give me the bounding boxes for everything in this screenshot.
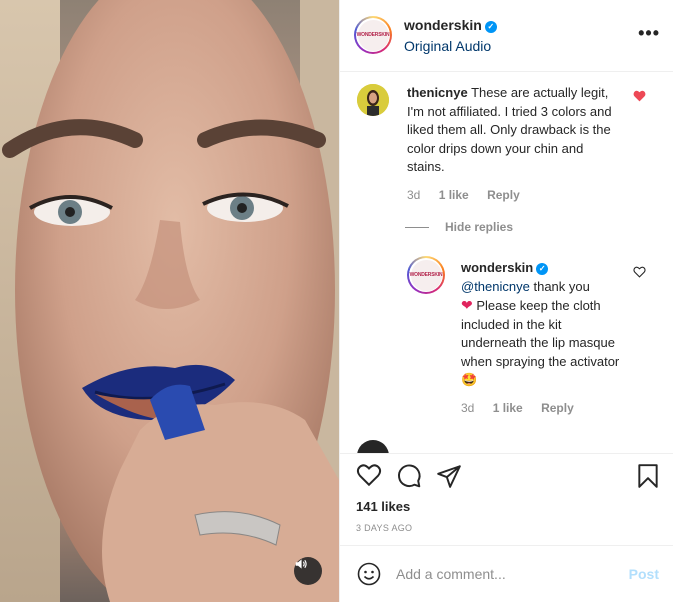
comment-composer: Post <box>340 545 673 602</box>
next-commenter-avatar[interactable] <box>357 440 389 453</box>
emoji-icon <box>357 562 381 586</box>
save-icon <box>638 464 658 488</box>
reply-likes-count[interactable]: 1 like <box>493 401 523 415</box>
comment-age: 3d <box>407 188 421 202</box>
commenter-username[interactable]: thenicnye <box>407 85 468 100</box>
post-actions: 141 likes 3 DAYS AGO <box>340 453 673 545</box>
reply-mention-link[interactable]: @thenicnye <box>461 279 530 294</box>
post-date[interactable]: 3 DAYS AGO <box>356 523 412 533</box>
like-button[interactable] <box>356 463 382 492</box>
reply-text-a: thank you <box>529 278 590 294</box>
share-icon <box>437 465 461 488</box>
commenter-avatar[interactable] <box>357 84 389 116</box>
video-frame-illustration <box>0 0 339 602</box>
reply-meta: 3d 1 like Reply <box>461 401 589 415</box>
volume-icon <box>295 559 307 569</box>
comment-reply-button[interactable]: Reply <box>487 188 520 202</box>
reply-author-avatar[interactable]: WONDERSKIN <box>407 256 445 294</box>
mute-toggle-button[interactable] <box>294 557 322 585</box>
star-struck-emoji-icon: 🤩 <box>461 372 478 387</box>
audio-link[interactable]: Original Audio <box>404 38 491 54</box>
save-button[interactable] <box>637 463 659 494</box>
emoji-picker-button[interactable] <box>357 562 381 591</box>
comment-button[interactable] <box>396 463 422 494</box>
avatar-photo-icon <box>357 84 389 116</box>
reply-age: 3d <box>461 401 475 415</box>
comment-icon <box>398 464 421 488</box>
comment-likes-count[interactable]: 1 like <box>439 188 469 202</box>
post-media-video[interactable] <box>0 0 339 602</box>
comments-list: thenicnye These are actually legit, I'm … <box>340 73 673 453</box>
reply-reply-button[interactable]: Reply <box>541 401 574 415</box>
post-details-panel: WONDERSKIN wonderskin ✓ Original Audio ••… <box>339 0 673 602</box>
reply-like-button[interactable] <box>633 266 646 281</box>
comment-like-button[interactable] <box>633 90 646 105</box>
reply-text-b: Please keep the cloth included in the ki… <box>461 298 620 369</box>
post-header: WONDERSKIN wonderskin ✓ Original Audio ••… <box>340 0 673 72</box>
verified-badge-icon: ✓ <box>484 21 497 33</box>
post-comment-button[interactable]: Post <box>629 566 659 582</box>
author-avatar[interactable]: WONDERSKIN <box>354 16 392 54</box>
heart-outline-icon <box>633 266 646 278</box>
comment-meta: 3d 1 like Reply <box>407 188 535 202</box>
share-button[interactable] <box>436 463 462 494</box>
reply-item: WONDERSKIN wonderskin ✓ @thenicnye thank … <box>340 251 673 421</box>
comment-item: thenicnye These are actually legit, I'm … <box>340 73 673 213</box>
reply-username[interactable]: wonderskin ✓ <box>461 260 549 275</box>
reply-body: wonderskin ✓ @thenicnye thank you ❤ Pleas… <box>461 259 626 390</box>
likes-count[interactable]: 141 likes <box>356 499 410 514</box>
heart-filled-icon <box>633 90 646 102</box>
author-username[interactable]: wonderskin ✓ <box>404 17 497 33</box>
hide-replies-button[interactable]: Hide replies <box>405 220 513 234</box>
heart-icon <box>356 464 382 487</box>
brand-logo: WONDERSKIN <box>357 19 390 51</box>
verified-badge-icon: ✓ <box>536 263 549 275</box>
add-comment-input[interactable] <box>396 562 616 586</box>
red-heart-emoji-icon: ❤ <box>461 297 473 313</box>
brand-logo: WONDERSKIN <box>410 259 443 291</box>
more-options-button[interactable]: ••• <box>638 24 660 42</box>
divider <box>405 227 429 229</box>
comment-body: thenicnye These are actually legit, I'm … <box>407 84 622 177</box>
